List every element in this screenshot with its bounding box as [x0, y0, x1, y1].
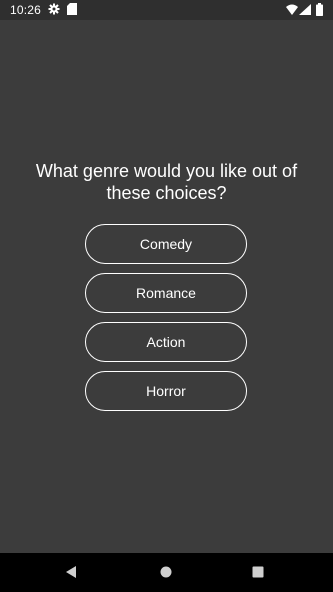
choice-button-comedy[interactable]: Comedy	[85, 224, 247, 264]
choice-list: Comedy Romance Action Horror	[85, 224, 247, 420]
status-bar: 10:26	[0, 0, 333, 20]
choice-button-action[interactable]: Action	[85, 322, 247, 362]
quiz-content: What genre would you like out of these c…	[0, 20, 333, 553]
status-time: 10:26	[10, 3, 42, 17]
gear-icon	[48, 3, 60, 15]
recents-icon[interactable]	[251, 565, 265, 579]
battery-icon	[316, 3, 323, 16]
sdcard-icon	[67, 3, 77, 15]
signal-icon	[299, 4, 311, 15]
wifi-icon	[286, 4, 298, 15]
choice-button-romance[interactable]: Romance	[85, 273, 247, 313]
app-screen: 10:26 What genre would you like out of t…	[0, 0, 333, 592]
question-text: What genre would you like out of these c…	[35, 161, 298, 203]
navigation-bar	[0, 553, 333, 592]
choice-button-horror[interactable]: Horror	[85, 371, 247, 411]
back-icon[interactable]	[64, 565, 78, 579]
home-icon[interactable]	[159, 565, 173, 579]
